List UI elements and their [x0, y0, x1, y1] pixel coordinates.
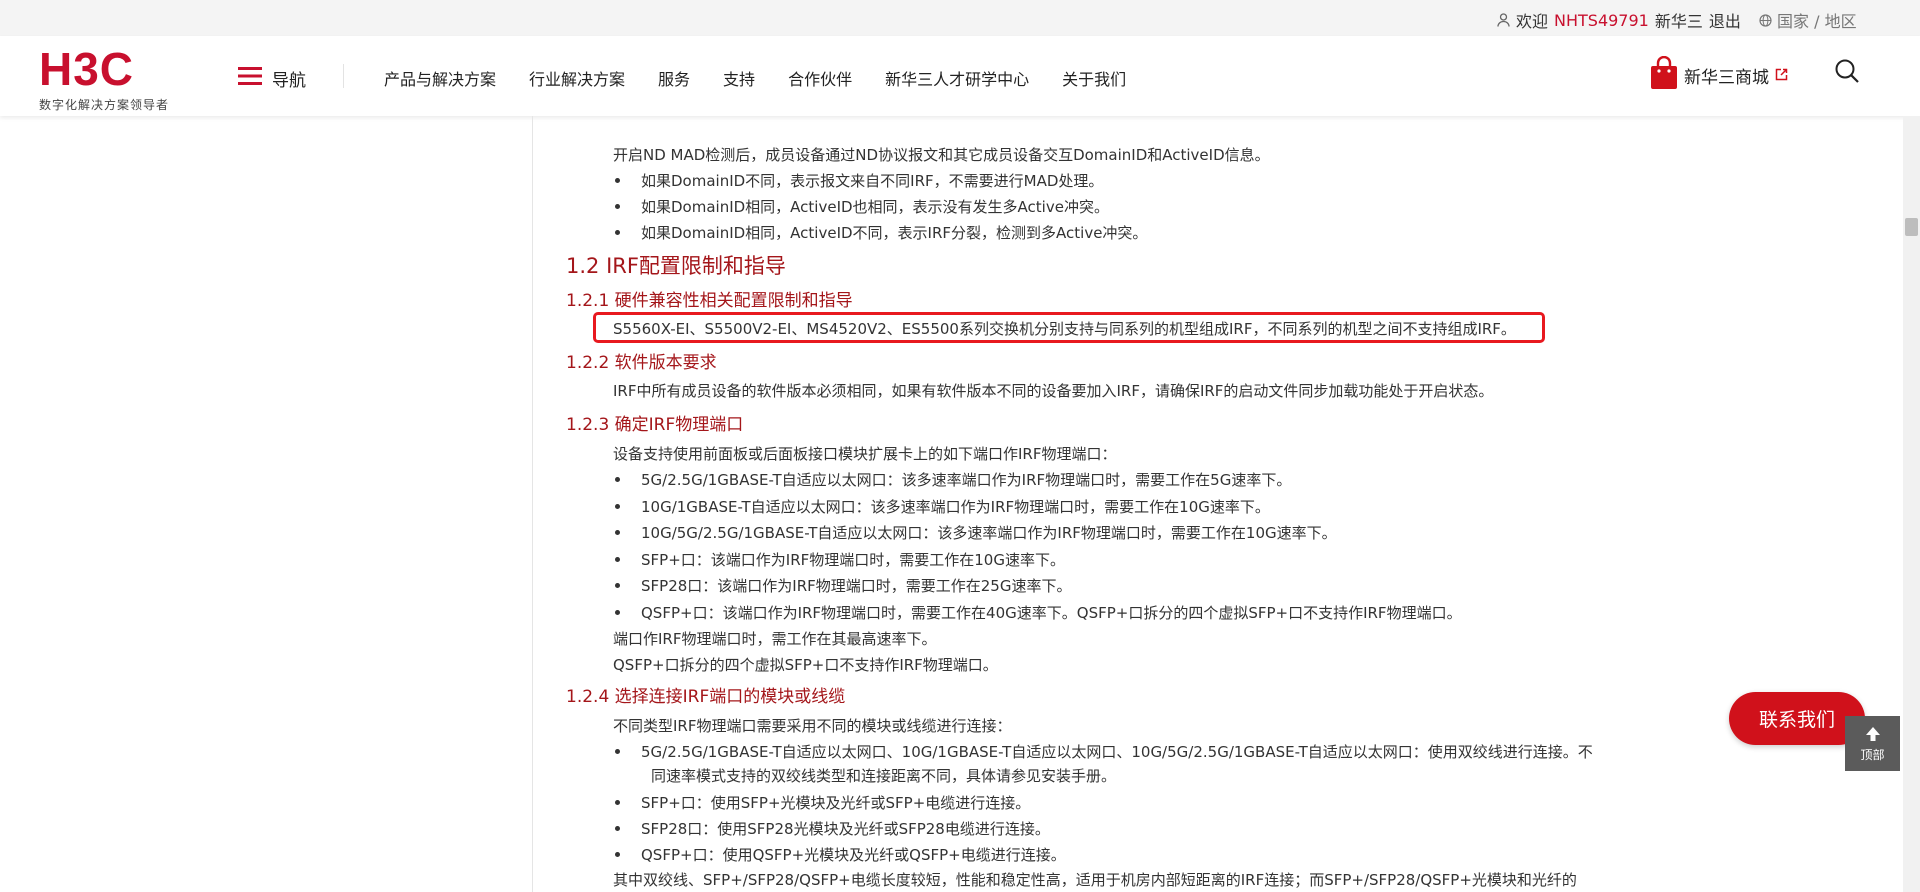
back-to-top-label: 顶部 [1860, 747, 1885, 762]
region-label: 国家 / 地区 [1777, 12, 1857, 31]
list-item: 5G/2.5G/1GBASE-T自适应以太网口：该多速率端口作为IRF物理端口时… [615, 469, 1291, 490]
main-nav: 产品与解决方案 行业解决方案 服务 支持 合作伙伴 新华三人才研学中心 关于我们 [384, 66, 1126, 90]
section-heading-1-2-1: 1.2.1 硬件兼容性相关配置限制和指导 [566, 291, 853, 311]
paragraph: IRF中所有成员设备的软件版本必须相同，如果有软件版本不同的设备要加入IRF，请… [613, 382, 1494, 400]
paragraph: 设备支持使用前面板或后面板接口模块扩展卡上的如下端口作IRF物理端口： [613, 445, 1117, 463]
list-item: SFP28口：使用SFP28光模块及光纤或SFP28电缆进行连接。 [615, 818, 1050, 839]
paragraph: QSFP+口拆分的四个虚拟SFP+口不支持作IRF物理端口。 [613, 656, 998, 674]
hamburger-icon [238, 67, 262, 90]
user-greeting: 欢迎 NHTS49791 新华三 退出 [1497, 8, 1741, 32]
nav-toggle-label: 导航 [272, 71, 306, 91]
paragraph: 端口作IRF物理端口时，需工作在其最高速率下。 [613, 630, 937, 648]
highlighted-paragraph: S5560X-EI、S5500V2-EI、MS4520V2、ES5500系列交换… [613, 320, 1516, 338]
section-heading-1-2-3: 1.2.3 确定IRF物理端口 [566, 415, 744, 435]
user-icon [1497, 13, 1510, 27]
logout-link[interactable]: 退出 [1709, 8, 1741, 32]
list-item: QSFP+口：使用QSFP+光模块及光纤或QSFP+电缆进行连接。 [615, 844, 1066, 865]
list-item-continuation: 同速率模式支持的双绞线类型和连接距离不同，具体请参见安装手册。 [651, 767, 1117, 785]
h3c-logo[interactable]: H3C 数字化解决方案领导者 [39, 46, 179, 113]
list-item: SFP28口：该端口作为IRF物理端口时，需要工作在25G速率下。 [615, 575, 1071, 596]
external-link-icon [1775, 66, 1788, 86]
sidebar-divider [532, 116, 533, 892]
logo-mark: H3C [39, 43, 135, 95]
nav-item-products[interactable]: 产品与解决方案 [384, 66, 496, 90]
back-to-top-button[interactable]: 顶部 [1845, 716, 1900, 771]
company-text: 新华三 [1654, 12, 1703, 31]
list-item: 如果DomainID相同，ActiveID不同，表示IRF分裂，检测到多Acti… [615, 222, 1147, 243]
list-item: 10G/1GBASE-T自适应以太网口：该多速率端口作为IRF物理端口时，需要工… [615, 496, 1270, 517]
paragraph: 其中双绞线、SFP+/SFP28/QSFP+电缆长度较短，性能和稳定性高，适用于… [613, 871, 1577, 889]
paragraph: 开启ND MAD检测后，成员设备通过ND协议报文和其它成员设备交互DomainI… [613, 146, 1270, 164]
section-heading-1-2-2: 1.2.2 软件版本要求 [566, 353, 717, 373]
logo-slogan: 数字化解决方案领导者 [39, 98, 170, 112]
mall-link[interactable]: 新华三商城 [1650, 55, 1788, 95]
search-button[interactable] [1834, 58, 1860, 88]
nav-divider [343, 64, 344, 88]
nav-item-talent[interactable]: 新华三人才研学中心 [885, 66, 1029, 90]
region-selector[interactable]: 国家 / 地区 [1759, 8, 1857, 32]
section-heading-1-2: 1.2 IRF配置限制和指导 [566, 254, 786, 278]
nav-toggle-button[interactable]: 导航 [238, 66, 306, 91]
nav-item-industry[interactable]: 行业解决方案 [529, 66, 625, 90]
utility-bar: 欢迎 NHTS49791 新华三 退出 国家 / 地区 [0, 0, 1920, 36]
nav-item-service[interactable]: 服务 [658, 66, 690, 90]
list-item: 5G/2.5G/1GBASE-T自适应以太网口、10G/1GBASE-T自适应以… [615, 741, 1593, 762]
nav-item-partners[interactable]: 合作伙伴 [788, 66, 852, 90]
nav-item-support[interactable]: 支持 [723, 66, 755, 90]
search-icon [1834, 59, 1860, 88]
username-link[interactable]: NHTS49791 [1554, 11, 1649, 30]
list-item: 如果DomainID相同，ActiveID也相同，表示没有发生多Active冲突… [615, 196, 1109, 217]
section-heading-1-2-4: 1.2.4 选择连接IRF端口的模块或线缆 [566, 687, 846, 707]
list-item: SFP+口：该端口作为IRF物理端口时，需要工作在10G速率下。 [615, 549, 1065, 570]
list-item: 如果DomainID不同，表示报文来自不同IRF，不需要进行MAD处理。 [615, 170, 1103, 191]
main-header: H3C 数字化解决方案领导者 导航 产品与解决方案 行业解决方案 服务 支持 合… [0, 36, 1920, 116]
shopping-bag-icon [1650, 55, 1678, 95]
arrow-up-icon [1864, 725, 1882, 746]
scrollbar-thumb[interactable] [1905, 218, 1918, 236]
list-item: 10G/5G/2.5G/1GBASE-T自适应以太网口：该多速率端口作为IRF物… [615, 522, 1337, 543]
mall-label: 新华三商城 [1684, 68, 1769, 88]
list-item: SFP+口：使用SFP+光模块及光纤或SFP+电缆进行连接。 [615, 792, 1030, 813]
welcome-text: 欢迎 [1516, 12, 1549, 31]
globe-icon [1759, 13, 1772, 27]
paragraph: 不同类型IRF物理端口需要采用不同的模块或线缆进行连接： [613, 717, 1012, 735]
list-item: QSFP+口：该端口作为IRF物理端口时，需要工作在40G速率下。QSFP+口拆… [615, 602, 1462, 623]
nav-item-about[interactable]: 关于我们 [1062, 66, 1126, 90]
